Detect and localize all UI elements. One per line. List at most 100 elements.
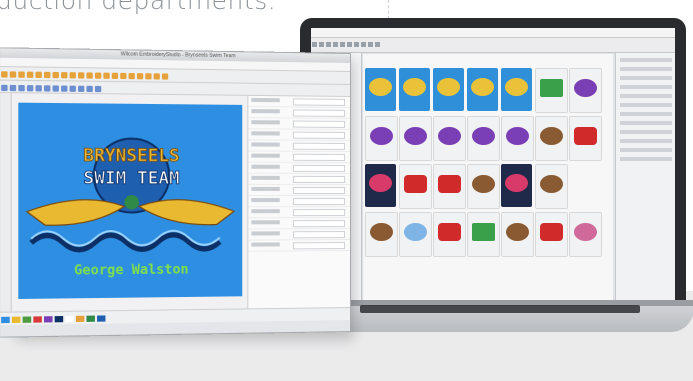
tool-icon[interactable] [9,84,17,92]
palette-swatch[interactable] [65,315,74,323]
design-thumbnail[interactable] [467,212,500,257]
laptop-toolbar[interactable] [311,38,675,53]
tool-icon[interactable] [52,85,59,92]
design-thumbnail[interactable] [365,164,396,207]
design-thumbnail[interactable] [569,116,602,161]
design-thumbnail[interactable] [467,68,498,111]
tool-icon[interactable] [9,71,17,78]
tool-icon[interactable] [161,73,169,80]
design-thumbnail[interactable] [569,68,602,113]
palette-swatch[interactable] [1,316,10,324]
design-thumbnail[interactable] [433,116,466,161]
design-thumbnail[interactable] [535,68,568,113]
palette-swatch[interactable] [11,316,21,323]
design-thumbnail[interactable] [501,164,532,207]
design-thumbnail[interactable] [535,212,568,257]
design-thumbnail[interactable] [399,116,432,161]
tool-icon[interactable] [86,85,93,93]
tool-icon[interactable] [61,85,68,92]
property-row[interactable] [248,106,351,119]
design-thumbnail[interactable] [365,116,398,161]
design-thumbnail[interactable] [501,116,534,161]
tool-icon[interactable] [103,72,110,79]
laptop-properties-panel[interactable] [615,53,675,300]
design-thumbnail[interactable] [535,164,568,209]
tool-icon[interactable] [111,72,119,79]
design-thumbnail[interactable] [467,116,500,161]
tool-icon[interactable] [1,84,8,92]
tool-icon[interactable] [44,85,51,92]
tool-sidebar[interactable] [0,93,12,312]
tool-icon[interactable] [347,42,352,47]
property-row[interactable] [248,218,351,230]
tool-icon[interactable] [153,73,160,80]
logo-shape [540,223,563,241]
palette-swatch[interactable] [75,315,85,323]
property-row[interactable] [248,196,351,208]
design-thumbnail[interactable] [399,68,430,111]
tool-icon[interactable] [120,72,127,80]
tool-icon[interactable] [52,71,59,79]
tool-icon[interactable] [319,42,324,47]
property-row[interactable] [248,173,351,185]
design-thumbnail[interactable] [467,164,500,209]
design-library-grid [363,54,613,300]
design-thumbnail[interactable] [433,68,464,111]
palette-swatch[interactable] [44,316,53,323]
tool-icon[interactable] [69,72,76,79]
property-row[interactable] [248,118,351,130]
tool-icon[interactable] [326,42,331,47]
design-thumbnail[interactable] [365,68,396,111]
design-thumbnail[interactable] [399,212,432,257]
property-row[interactable] [248,129,351,141]
property-row[interactable] [248,240,351,252]
design-thumbnail[interactable] [535,116,568,161]
tool-icon[interactable] [18,71,25,78]
property-row[interactable] [248,151,351,163]
tool-icon[interactable] [18,84,25,92]
design-name: George Walston [74,262,189,278]
design-thumbnail[interactable] [501,68,532,111]
tool-icon[interactable] [94,72,102,79]
property-row[interactable] [248,229,351,241]
design-thumbnail[interactable] [433,164,466,209]
palette-swatch[interactable] [86,315,95,322]
tool-icon[interactable] [26,71,34,78]
tool-icon[interactable] [340,42,345,47]
tool-icon[interactable] [44,71,51,79]
design-thumbnail[interactable] [433,212,466,257]
tool-icon[interactable] [354,42,359,47]
tool-icon[interactable] [375,42,380,47]
palette-swatch[interactable] [33,316,42,323]
property-row[interactable] [248,140,351,152]
design-thumbnail[interactable] [399,164,432,209]
tool-icon[interactable] [361,42,366,47]
tool-icon[interactable] [136,73,144,80]
tool-icon[interactable] [312,42,317,47]
palette-swatch[interactable] [22,316,32,323]
design-thumbnail[interactable] [501,212,534,257]
design-thumbnail[interactable] [569,212,602,257]
tool-icon[interactable] [1,71,8,78]
tool-icon[interactable] [35,71,42,79]
tool-icon[interactable] [69,85,76,92]
tool-icon[interactable] [368,42,373,47]
tool-icon[interactable] [61,72,68,79]
palette-swatch[interactable] [97,315,106,322]
tool-icon[interactable] [26,85,34,92]
tool-icon[interactable] [86,72,93,79]
tool-icon[interactable] [78,72,85,79]
design-thumbnail[interactable] [365,212,398,257]
object-properties-panel[interactable] [247,95,351,309]
tool-icon[interactable] [128,72,135,80]
tool-icon[interactable] [94,85,102,93]
property-row[interactable] [248,207,351,219]
palette-swatch[interactable] [54,316,64,323]
tool-icon[interactable] [78,85,85,92]
tool-icon[interactable] [333,42,338,47]
tool-icon[interactable] [145,73,152,80]
design-canvas[interactable]: BRYNSEELS SWIM TEAM George Walston [18,102,243,299]
property-row[interactable] [248,184,351,197]
tool-icon[interactable] [35,85,42,92]
property-row[interactable] [248,162,351,174]
